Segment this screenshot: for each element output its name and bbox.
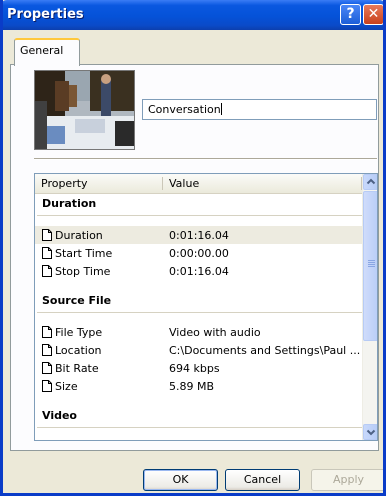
list-item-file-type[interactable]: File Type Video with audio (35, 323, 362, 341)
properties-dialog: Properties ? ✕ General Conversation Prop… (0, 0, 386, 496)
row-value: 694 kbps (169, 362, 220, 375)
tab-bar: General (10, 36, 380, 66)
list-item-location[interactable]: Location C:\Documents and Settings\Paul … (35, 341, 362, 359)
title-bar[interactable]: Properties ? ✕ (3, 0, 383, 30)
list-item-bit-rate[interactable]: Bit Rate 694 kbps (35, 359, 362, 377)
document-icon (42, 326, 52, 338)
name-field-value: Conversation (148, 103, 221, 116)
cancel-button[interactable]: Cancel (225, 469, 300, 491)
column-header-value[interactable]: Value (169, 177, 199, 190)
row-value: 0:01:16.04 (169, 265, 229, 278)
row-label: Start Time (55, 247, 113, 260)
document-icon (42, 344, 52, 356)
thumbnail-image (35, 71, 134, 149)
document-icon (42, 265, 52, 277)
list-item-stop-time[interactable]: Stop Time 0:01:16.04 (35, 262, 362, 280)
column-divider[interactable] (162, 177, 163, 190)
document-icon (42, 380, 52, 392)
row-label: File Type (55, 326, 103, 339)
row-label: Location (55, 344, 102, 357)
group-divider (37, 312, 362, 313)
row-value: 5.89 MB (169, 380, 215, 393)
grip-line (368, 264, 375, 265)
grip-line (368, 262, 375, 263)
column-header-property[interactable]: Property (41, 177, 88, 190)
grip-line (368, 266, 375, 267)
text-caret (220, 103, 222, 115)
video-thumbnail (34, 70, 135, 150)
list-item-size[interactable]: Size 5.89 MB (35, 377, 362, 395)
document-icon (42, 229, 52, 241)
chevron-down-icon (366, 429, 376, 436)
group-header-source-file: Source File (42, 294, 112, 307)
scroll-up-button[interactable] (363, 174, 377, 190)
general-panel: Conversation Property Value Duration Dur… (10, 64, 379, 451)
grip-line (368, 260, 375, 261)
group-header-video: Video (42, 409, 77, 422)
row-value: 0:00:00.00 (169, 247, 229, 260)
separator (34, 158, 377, 160)
document-icon (42, 247, 52, 259)
group-divider (37, 215, 362, 216)
list-header: Property Value (35, 174, 362, 194)
chevron-up-icon (366, 178, 376, 185)
row-label: Bit Rate (55, 362, 99, 375)
name-field[interactable]: Conversation (142, 99, 377, 120)
list-item-duration[interactable]: Duration 0:01:16.04 (35, 226, 362, 244)
row-value: C:\Documents and Settings\Paul ... (169, 344, 361, 357)
tab-general[interactable]: General (14, 38, 80, 66)
list-item-start-time[interactable]: Start Time 0:00:00.00 (35, 244, 362, 262)
row-value: Video with audio (169, 326, 261, 339)
vertical-scrollbar[interactable] (362, 174, 377, 440)
row-label: Duration (55, 229, 103, 242)
row-label: Size (55, 380, 78, 393)
help-button[interactable]: ? (340, 4, 361, 25)
window-title: Properties (7, 7, 84, 22)
scroll-thumb[interactable] (363, 191, 377, 341)
scroll-down-button[interactable] (363, 424, 377, 440)
group-header-duration: Duration (42, 197, 97, 210)
close-button[interactable]: ✕ (363, 4, 383, 25)
ok-button[interactable]: OK (143, 469, 218, 491)
apply-button[interactable]: Apply (311, 469, 383, 491)
row-value: 0:01:16.04 (169, 229, 229, 242)
row-label: Stop Time (55, 265, 111, 278)
properties-list[interactable]: Property Value Duration Duration 0:01:16… (34, 173, 378, 441)
group-divider (37, 427, 362, 428)
document-icon (42, 362, 52, 374)
